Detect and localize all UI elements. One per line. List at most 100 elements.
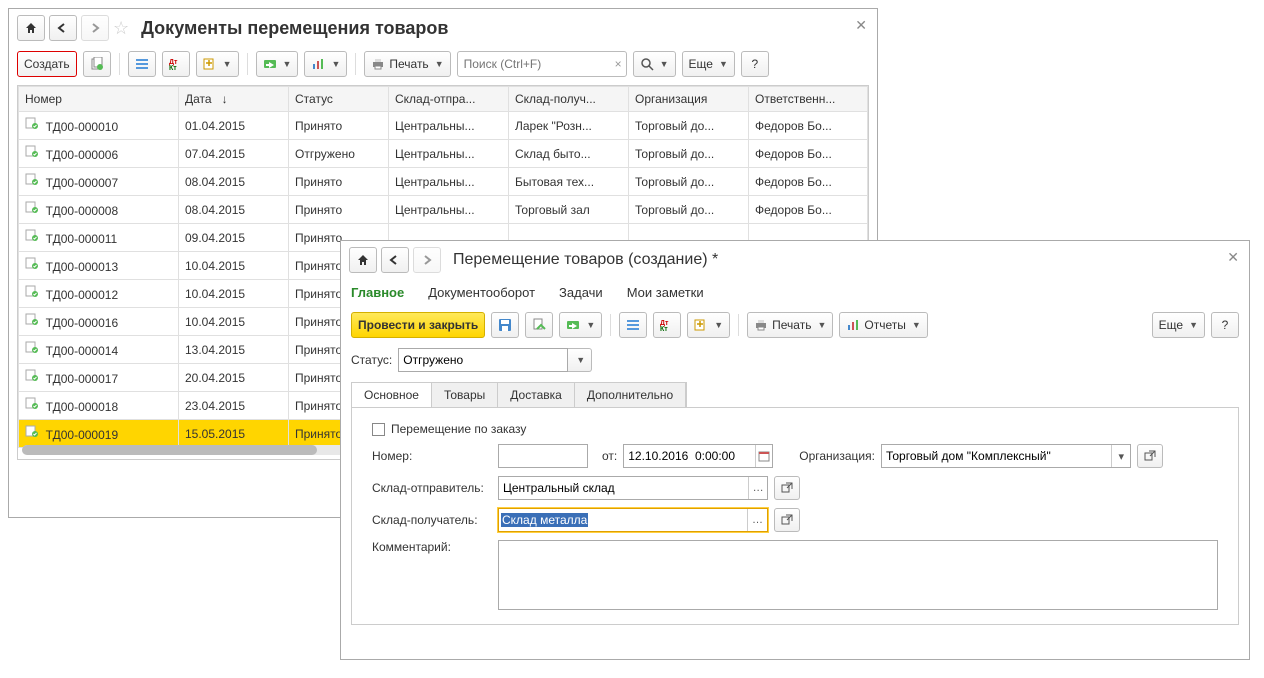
edi-button[interactable]: ▼ xyxy=(559,312,602,338)
document-icon xyxy=(25,341,39,355)
search-input[interactable] xyxy=(462,56,615,72)
col-number[interactable]: Номер xyxy=(19,87,179,112)
status-dropdown-button[interactable]: ▼ xyxy=(568,348,592,372)
checkbox-icon xyxy=(372,423,385,436)
reports-dropdown[interactable]: Отчеты▼ xyxy=(839,312,927,338)
sub-tabs: Основное Товары Доставка Дополнительно xyxy=(351,382,687,407)
post-button[interactable] xyxy=(525,312,553,338)
tab-tasks[interactable]: Задачи xyxy=(559,285,603,306)
document-icon xyxy=(25,369,39,383)
nav-back-button[interactable] xyxy=(49,15,77,41)
nav-tabs: Главное Документооборот Задачи Мои замет… xyxy=(341,279,1249,306)
clear-search-icon[interactable]: × xyxy=(615,57,622,71)
home-button[interactable] xyxy=(17,15,45,41)
calendar-icon[interactable] xyxy=(755,445,773,467)
list-view-button[interactable] xyxy=(128,51,156,77)
favorite-star-icon[interactable]: ☆ xyxy=(113,18,129,39)
toolbar: Создать ДтКт ▼ ▼ ▼ Печать▼ × ▼ Еще▼ ? xyxy=(9,47,877,85)
search-dropdown[interactable]: ▼ xyxy=(633,51,676,77)
document-icon xyxy=(25,117,39,131)
col-date[interactable]: Дата ↓ xyxy=(179,87,289,112)
col-to[interactable]: Склад-получ... xyxy=(509,87,629,112)
more-dropdown[interactable]: Еще▼ xyxy=(682,51,735,77)
print-dropdown[interactable]: Печать▼ xyxy=(747,312,833,338)
reports-dropdown[interactable]: ▼ xyxy=(304,51,347,77)
help-button[interactable]: ? xyxy=(741,51,769,77)
table-row[interactable]: ТД00-00001001.04.2015ПринятоЦентральны..… xyxy=(19,112,868,140)
subtab-delivery[interactable]: Доставка xyxy=(498,383,575,407)
sub-panel-main: Перемещение по заказу Номер: от: Организ… xyxy=(351,407,1239,625)
document-icon xyxy=(25,201,39,215)
subtab-main[interactable]: Основное xyxy=(352,383,432,407)
front-title: Перемещение товаров (создание) * xyxy=(453,251,718,269)
table-header-row: Номер Дата ↓ Статус Склад-отпра... Склад… xyxy=(19,87,868,112)
close-icon[interactable]: ✕ xyxy=(855,17,867,34)
document-icon xyxy=(25,173,39,187)
select-icon[interactable]: ▾ xyxy=(1111,445,1130,467)
create-button[interactable]: Создать xyxy=(17,51,77,77)
col-status[interactable]: Статус xyxy=(289,87,389,112)
document-icon xyxy=(25,257,39,271)
document-icon xyxy=(25,285,39,299)
table-row[interactable]: ТД00-00000607.04.2015ОтгруженоЦентральны… xyxy=(19,140,868,168)
nav-back-button[interactable] xyxy=(381,247,409,273)
col-resp[interactable]: Ответственн... xyxy=(749,87,868,112)
number-input[interactable] xyxy=(498,444,588,468)
number-label: Номер: xyxy=(372,449,492,463)
comment-textarea[interactable] xyxy=(498,540,1218,610)
dtdt-button[interactable]: ДтКт xyxy=(162,51,190,77)
subtab-additional[interactable]: Дополнительно xyxy=(575,383,686,407)
nav-forward-button[interactable] xyxy=(81,15,109,41)
print-label: Печать xyxy=(389,57,428,71)
date-input[interactable] xyxy=(623,444,773,468)
wh-to-label: Склад-получатель: xyxy=(372,513,492,527)
document-icon xyxy=(25,313,39,327)
col-from[interactable]: Склад-отпра... xyxy=(389,87,509,112)
home-button[interactable] xyxy=(349,247,377,273)
tab-workflow[interactable]: Документооборот xyxy=(428,285,535,306)
org-open-button[interactable] xyxy=(1137,444,1163,468)
document-icon xyxy=(25,229,39,243)
document-icon xyxy=(25,397,39,411)
wh-from-open-button[interactable] xyxy=(774,476,800,500)
help-button[interactable]: ? xyxy=(1211,312,1239,338)
svg-text:Кт: Кт xyxy=(169,65,177,70)
save-button[interactable] xyxy=(491,312,519,338)
table-row[interactable]: ТД00-00000708.04.2015ПринятоЦентральны..… xyxy=(19,168,868,196)
create-based-on-button[interactable]: ▼ xyxy=(687,312,730,338)
col-org[interactable]: Организация xyxy=(629,87,749,112)
copy-button[interactable] xyxy=(83,51,111,77)
front-titlebar: Перемещение товаров (создание) * ✕ xyxy=(341,241,1249,279)
print-dropdown[interactable]: Печать▼ xyxy=(364,51,450,77)
table-row[interactable]: ТД00-00000808.04.2015ПринятоЦентральны..… xyxy=(19,196,868,224)
nav-forward-button[interactable] xyxy=(413,247,441,273)
document-icon xyxy=(25,145,39,159)
document-icon xyxy=(25,425,39,439)
tab-main[interactable]: Главное xyxy=(351,285,404,306)
create-transfer-window: Перемещение товаров (создание) * ✕ Главн… xyxy=(340,240,1250,660)
lookup-icon[interactable]: … xyxy=(748,477,767,499)
wh-to-open-button[interactable] xyxy=(774,508,800,532)
svg-text:Кт: Кт xyxy=(660,326,668,331)
more-dropdown[interactable]: Еще▼ xyxy=(1152,312,1205,338)
status-combo[interactable] xyxy=(398,348,568,372)
org-input[interactable]: ▾ xyxy=(881,444,1131,468)
structure-button[interactable] xyxy=(619,312,647,338)
dtkt-button[interactable]: ДтКт xyxy=(653,312,681,338)
close-icon[interactable]: ✕ xyxy=(1227,249,1239,266)
lookup-icon[interactable]: … xyxy=(747,509,767,531)
create-based-on-button[interactable]: ▼ xyxy=(196,51,239,77)
org-label: Организация: xyxy=(799,449,875,463)
move-by-order-checkbox[interactable]: Перемещение по заказу xyxy=(372,422,526,436)
post-and-close-button[interactable]: Провести и закрыть xyxy=(351,312,485,338)
edi-button[interactable]: ▼ xyxy=(256,51,299,77)
wh-from-input[interactable]: … xyxy=(498,476,768,500)
search-input-wrap: × xyxy=(457,51,627,77)
subtab-goods[interactable]: Товары xyxy=(432,383,498,407)
wh-to-input[interactable]: Склад металла … xyxy=(498,508,768,532)
status-label: Статус: xyxy=(351,353,392,367)
tab-notes[interactable]: Мои заметки xyxy=(627,285,704,306)
wh-from-label: Склад-отправитель: xyxy=(372,481,492,495)
wh-to-value: Склад металла xyxy=(501,513,588,527)
status-row: Статус: ▼ xyxy=(341,344,1249,376)
